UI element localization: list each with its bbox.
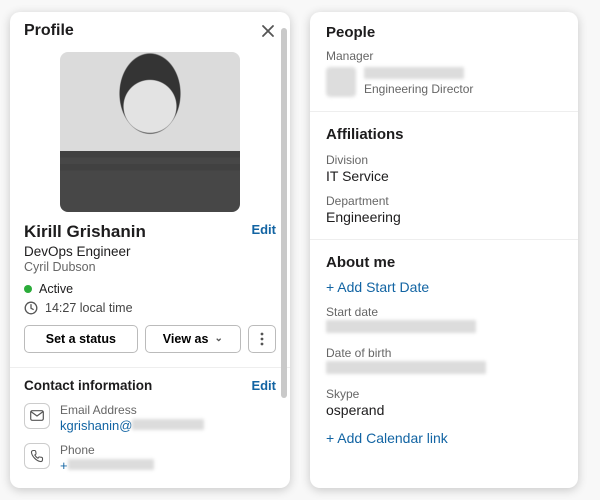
divider <box>310 111 578 112</box>
contact-phone: Phone + <box>24 443 276 473</box>
profile-avatar[interactable] <box>60 52 240 212</box>
presence-status: Active <box>39 282 73 296</box>
phone-icon <box>24 443 50 469</box>
local-time-row: 14:27 local time <box>24 301 276 315</box>
more-actions-button[interactable] <box>248 325 276 353</box>
start-date-label: Start date <box>326 305 562 319</box>
kebab-icon <box>260 332 264 346</box>
close-icon <box>260 23 276 39</box>
contact-section-title: Contact information <box>24 378 152 393</box>
manager-label: Manager <box>326 49 562 63</box>
presence-dot-icon <box>24 285 32 293</box>
email-icon <box>24 403 50 429</box>
scrollbar[interactable] <box>281 28 287 398</box>
job-title: DevOps Engineer <box>24 244 276 259</box>
add-calendar-link[interactable]: + Add Calendar link <box>326 430 562 446</box>
chevron-down-icon: ⌄ <box>214 333 222 344</box>
view-as-button[interactable]: View as ⌄ <box>145 325 241 353</box>
dob-field: Date of birth <box>326 346 562 377</box>
presence-row: Active <box>24 282 276 296</box>
display-name: Kirill Grishanin <box>24 222 146 242</box>
details-panel: People Manager Engineering Director Affi… <box>310 12 578 488</box>
skype-label: Skype <box>326 387 562 401</box>
profile-panel: Profile Kirill Grishanin Edit DevOps Eng… <box>10 12 290 488</box>
division-field: Division IT Service <box>326 153 562 184</box>
set-status-button[interactable]: Set a status <box>24 325 138 353</box>
start-date-field: Start date <box>326 305 562 336</box>
about-section-title: About me <box>326 254 562 271</box>
divider <box>10 367 290 368</box>
department-label: Department <box>326 194 562 208</box>
email-value[interactable]: kgrishanin@ <box>60 418 204 433</box>
division-value: IT Service <box>326 168 562 184</box>
name-alt: Cyril Dubson <box>24 260 276 274</box>
manager-name-redacted <box>364 67 464 79</box>
view-as-label: View as <box>163 332 209 346</box>
manager-row[interactable]: Engineering Director <box>326 67 562 97</box>
edit-contact-link[interactable]: Edit <box>251 378 276 393</box>
clock-icon <box>24 301 38 315</box>
add-start-date-link[interactable]: + Add Start Date <box>326 279 562 295</box>
profile-scroll: Kirill Grishanin Edit DevOps Engineer Cy… <box>10 48 290 488</box>
divider <box>310 239 578 240</box>
close-button[interactable] <box>260 23 276 39</box>
department-field: Department Engineering <box>326 194 562 225</box>
affiliations-section-title: Affiliations <box>326 126 562 143</box>
department-value: Engineering <box>326 209 562 225</box>
contact-email: Email Address kgrishanin@ <box>24 403 276 433</box>
phone-label: Phone <box>60 443 154 457</box>
panel-title: Profile <box>24 22 74 40</box>
dob-label: Date of birth <box>326 346 562 360</box>
manager-role: Engineering Director <box>364 82 473 96</box>
skype-value: osperand <box>326 402 562 418</box>
skype-field: Skype osperand <box>326 387 562 418</box>
start-date-value <box>326 320 562 336</box>
dob-value <box>326 361 562 377</box>
edit-profile-link[interactable]: Edit <box>251 222 276 237</box>
manager-avatar <box>326 67 356 97</box>
local-time-text: 14:27 local time <box>45 301 133 315</box>
division-label: Division <box>326 153 562 167</box>
email-label: Email Address <box>60 403 204 417</box>
panel-header: Profile <box>10 12 290 48</box>
phone-value[interactable]: + <box>60 458 154 473</box>
people-section-title: People <box>326 24 562 41</box>
